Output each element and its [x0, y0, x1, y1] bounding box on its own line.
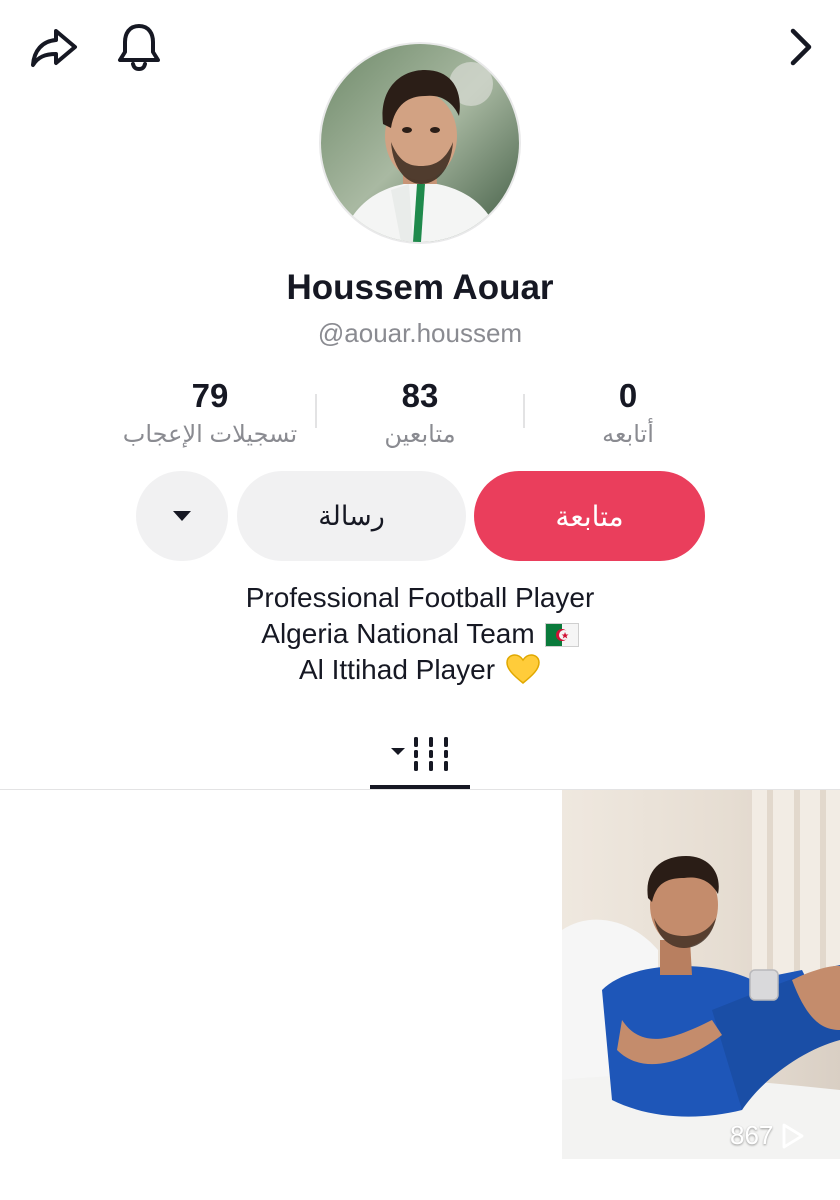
play-count-value: 867: [730, 1120, 774, 1150]
tab-videos[interactable]: [370, 718, 470, 790]
following-label: أتابعه: [602, 421, 654, 448]
play-count: 867: [730, 1120, 805, 1151]
avatar-photo: [321, 44, 519, 242]
message-button[interactable]: رسالة: [237, 471, 466, 561]
followers-stat[interactable]: 83 متابعين: [320, 372, 520, 450]
stat-divider: [523, 394, 525, 428]
more-options-button[interactable]: [136, 471, 228, 561]
likes-label: تسجيلات الإعجاب: [122, 421, 298, 448]
followers-count: 83: [401, 377, 439, 414]
yellow-heart-icon: [506, 654, 540, 684]
bio-line: Professional Football Player: [245, 582, 595, 613]
following-stat[interactable]: 0 أتابعه: [528, 372, 728, 450]
bio: Professional Football Player Algeria Nat…: [0, 580, 840, 688]
likes-count: 79: [191, 377, 229, 414]
notification-button[interactable]: [112, 20, 166, 74]
bio-line-with-flag: Algeria National Team: [0, 616, 840, 652]
video-thumbnail[interactable]: 867: [562, 790, 840, 1159]
follow-button[interactable]: متابعة: [474, 471, 705, 561]
bio-line-text: Algeria National Team: [261, 618, 535, 649]
stats-row: 79 تسجيلات الإعجاب 83 متابعين 0 أتابعه: [0, 372, 840, 452]
bio-line-with-heart: Al Ittihad Player: [0, 652, 840, 688]
grid-lines-icon: [391, 737, 448, 771]
share-arrow-icon: [31, 29, 77, 67]
share-button[interactable]: [26, 22, 82, 72]
profile-page: Houssem Aouar @aouar.houssem 79 تسجيلات …: [0, 0, 840, 1200]
play-outline-icon: [782, 1123, 804, 1148]
following-count: 0: [618, 377, 638, 414]
display-name: Houssem Aouar: [286, 268, 554, 307]
algeria-flag-icon: [544, 623, 579, 647]
bio-line-text: Al Ittihad Player: [298, 654, 496, 685]
chevron-right-icon: [790, 28, 812, 66]
next-profile-button[interactable]: [776, 22, 822, 72]
caret-down-icon: [173, 511, 191, 521]
avatar[interactable]: [319, 42, 521, 244]
stat-divider: [315, 394, 317, 428]
likes-stat[interactable]: 79 تسجيلات الإعجاب: [110, 372, 310, 450]
video-thumbnail-image: [562, 790, 840, 1159]
username-handle: @aouar.houssem: [317, 318, 523, 348]
bell-icon: [118, 24, 160, 72]
followers-label: متابعين: [384, 421, 456, 448]
